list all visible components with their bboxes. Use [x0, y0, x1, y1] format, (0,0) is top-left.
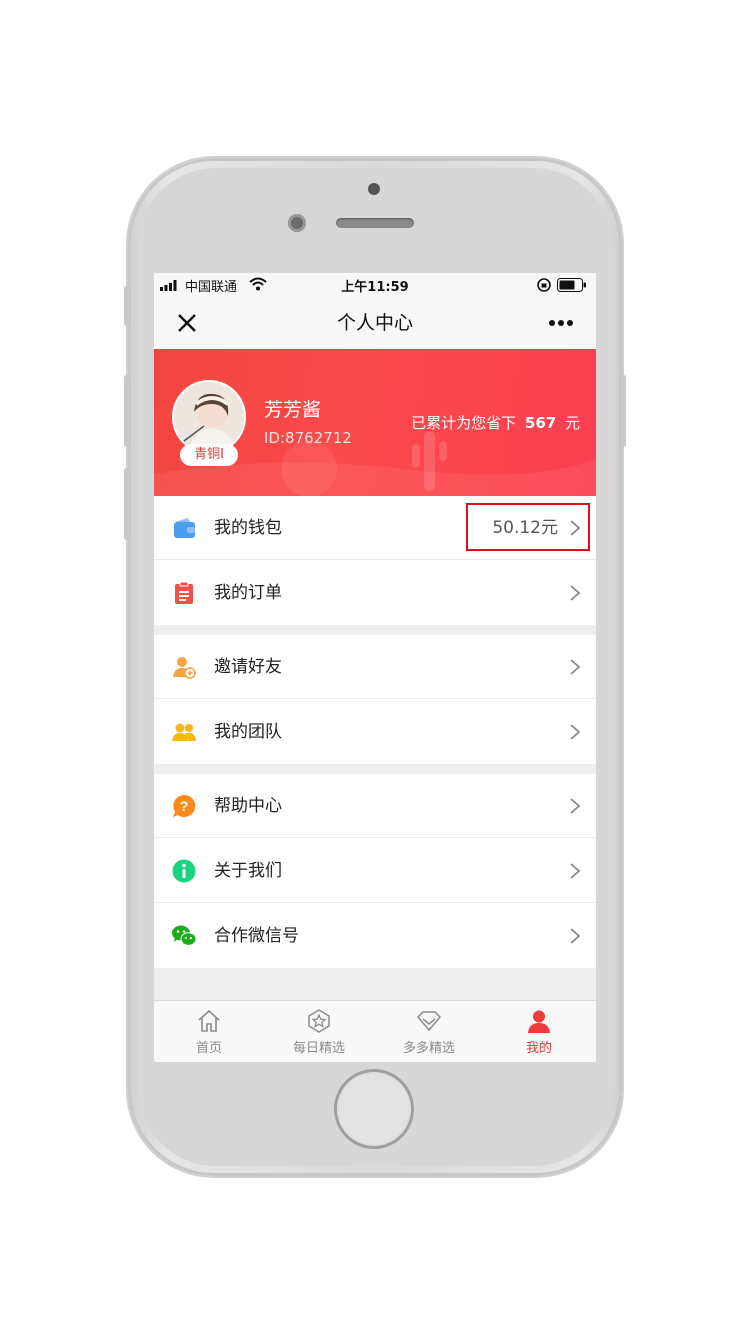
- menu-item-wechat[interactable]: 合作微信号: [154, 904, 596, 968]
- avatar[interactable]: [172, 380, 246, 454]
- tab-label: 多多精选: [402, 1041, 455, 1056]
- menu-item-label: 帮助中心: [214, 796, 282, 816]
- savings-amount: 567: [524, 414, 557, 432]
- power-button: [621, 375, 626, 447]
- battery-icon: [557, 278, 586, 292]
- mute-switch: [124, 286, 129, 326]
- chevron-right-icon: [570, 659, 581, 675]
- volume-up-button: [124, 375, 129, 447]
- chevron-right-icon: [570, 724, 581, 740]
- tab-featured[interactable]: 多多精选: [374, 1001, 484, 1062]
- profile-banner: 青铜I 芳芳酱 ID:8762712 已累计为您省下 567 元: [154, 349, 596, 496]
- phone-screen: 中国联通 上午11:59 个人中心 青铜I 芳芳酱 ID:8762712 已累计…: [154, 273, 596, 1062]
- menu-item-about[interactable]: 关于我们: [154, 839, 596, 903]
- savings-label: 已累计为您省下: [411, 414, 517, 432]
- tab-label: 我的: [525, 1041, 552, 1056]
- menu-group-social: 邀请好友 我的团队: [154, 635, 596, 764]
- menu-item-label: 邀请好友: [214, 657, 282, 677]
- avatar-photo: [174, 382, 244, 452]
- star-badge-icon: [308, 1009, 330, 1033]
- chevron-right-icon: [570, 928, 581, 944]
- home-icon: [198, 1009, 220, 1032]
- team-icon: [172, 723, 196, 741]
- person-icon: [528, 1010, 550, 1033]
- tab-bar: 首页 每日精选 多多精选 我的: [154, 1000, 596, 1062]
- tab-home[interactable]: 首页: [154, 1001, 264, 1062]
- chevron-right-icon: [570, 798, 581, 814]
- volume-down-button: [124, 468, 129, 540]
- tab-label: 每日精选: [292, 1041, 345, 1056]
- earpiece-speaker: [336, 218, 414, 228]
- tab-daily-picks[interactable]: 每日精选: [264, 1001, 374, 1062]
- divider: [154, 559, 596, 560]
- level-badge: 青铜I: [180, 444, 238, 466]
- svg-text:?: ?: [180, 798, 189, 814]
- rotation-lock-icon: [537, 278, 551, 292]
- divider: [154, 902, 596, 903]
- menu-item-label: 关于我们: [214, 861, 282, 881]
- clock: 上午11:59: [341, 280, 409, 295]
- savings-unit: 元: [564, 414, 580, 432]
- proximity-sensor: [368, 183, 380, 195]
- navigation-bar: 个人中心: [154, 297, 596, 349]
- divider: [154, 837, 596, 838]
- user-name: 芳芳酱: [264, 399, 322, 421]
- menu-item-help[interactable]: ? 帮助中心: [154, 774, 596, 838]
- add-friend-icon: [173, 657, 196, 679]
- user-id: ID:8762712: [264, 429, 352, 447]
- menu-item-invite[interactable]: 邀请好友: [154, 635, 596, 699]
- menu-item-label: 我的钱包: [214, 518, 282, 538]
- page-title: 个人中心: [336, 312, 413, 334]
- status-bar: 中国联通 上午11:59: [154, 273, 596, 297]
- front-camera: [288, 214, 306, 232]
- menu-group-support: ? 帮助中心 关于我们 合作微信号: [154, 774, 596, 968]
- wallet-icon: [174, 518, 195, 538]
- menu-item-label: 合作微信号: [214, 926, 299, 946]
- menu-item-team[interactable]: 我的团队: [154, 700, 596, 764]
- menu-item-label: 我的订单: [214, 583, 282, 603]
- menu-item-label: 我的团队: [214, 722, 282, 742]
- tab-me[interactable]: 我的: [484, 1001, 594, 1062]
- more-icon[interactable]: [548, 319, 574, 327]
- divider: [154, 698, 596, 699]
- savings-summary: 已累计为您省下 567 元: [411, 412, 580, 433]
- help-icon: ?: [173, 794, 196, 817]
- home-button[interactable]: [334, 1069, 414, 1149]
- clipboard-icon: [175, 581, 193, 604]
- wechat-icon: [172, 925, 196, 946]
- menu-item-orders[interactable]: 我的订单: [154, 561, 596, 625]
- diamond-icon: [417, 1011, 441, 1032]
- chevron-right-icon: [570, 585, 581, 601]
- tab-label: 首页: [195, 1041, 222, 1056]
- info-icon: [172, 859, 196, 883]
- wallet-highlight-box: [466, 503, 590, 551]
- chevron-right-icon: [570, 863, 581, 879]
